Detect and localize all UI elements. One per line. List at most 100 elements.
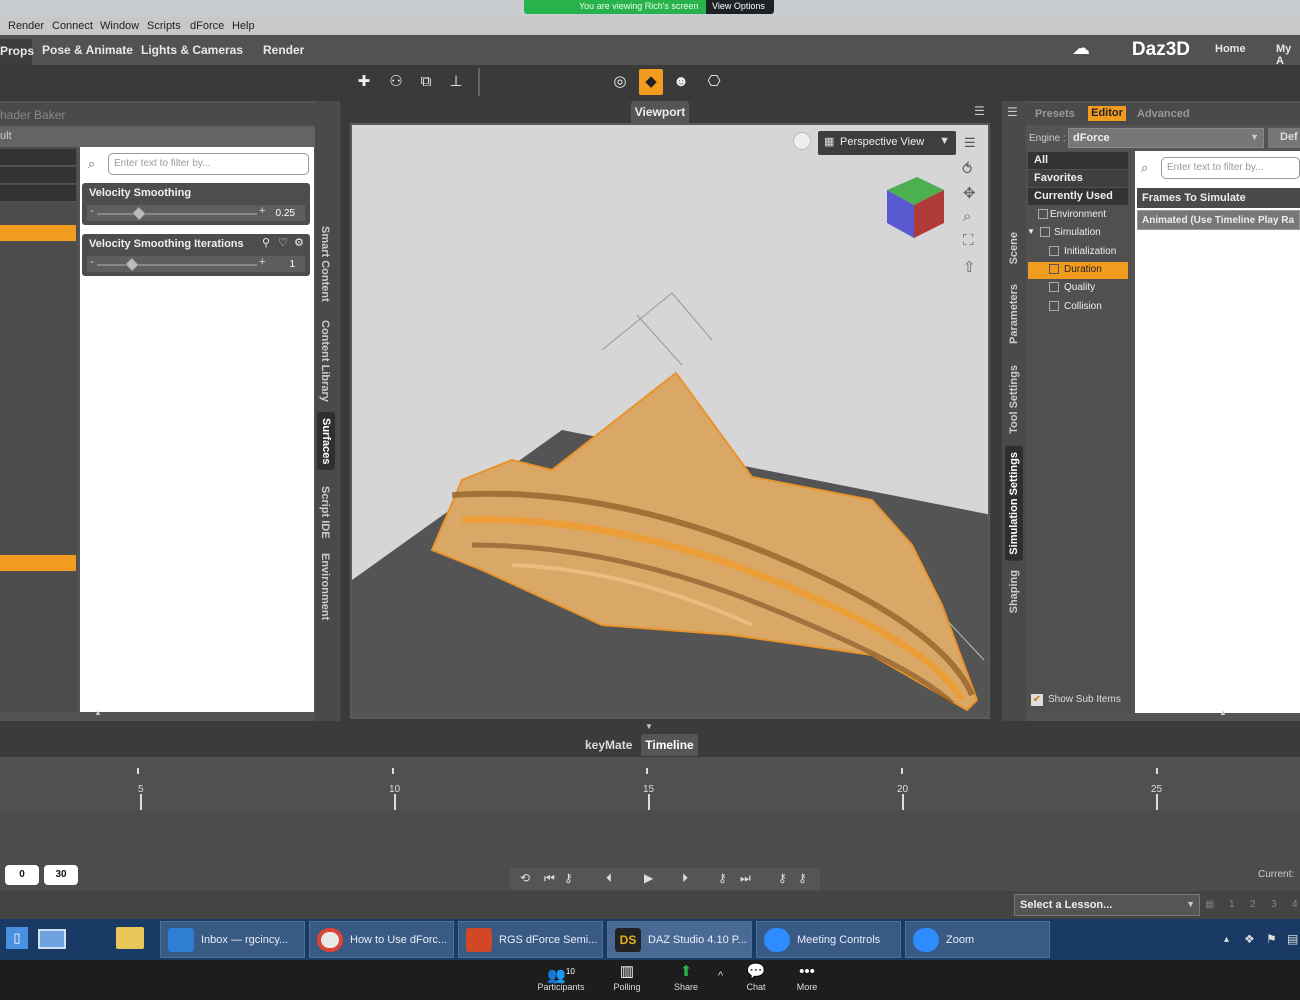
transform-tool-icon[interactable]: ⧉ [414, 69, 438, 95]
lesson-dropdown[interactable]: Select a Lesson... ▼ [1014, 894, 1200, 916]
taskbar-daz-studio[interactable]: DS DAZ Studio 4.10 P... [607, 921, 752, 958]
geometry-tool-icon[interactable]: ⊥ [444, 69, 468, 95]
orbit-icon[interactable]: ⥀ [962, 160, 972, 178]
tab-presets[interactable]: Presets [1035, 108, 1075, 120]
book-app-icon[interactable]: ▯ [6, 927, 28, 949]
render-settings-icon[interactable]: ◎ [608, 69, 632, 95]
link-icon[interactable]: ⚲ [262, 236, 270, 249]
node-tool-icon[interactable]: ✚ [352, 69, 376, 95]
key-options-icon[interactable]: ⚷ [798, 871, 807, 885]
heart-icon[interactable]: ♡ [278, 236, 288, 249]
tree-item-favorites[interactable]: Favorites [1028, 170, 1128, 187]
tab-script-ide[interactable]: Script IDE [319, 486, 331, 539]
go-to-end-icon[interactable]: ⏭ [740, 871, 751, 886]
taskbar-meeting-controls[interactable]: Meeting Controls [756, 921, 901, 958]
viewport-options-icon[interactable]: ☰ [964, 135, 976, 151]
tree-item-collision[interactable]: Collision [1028, 299, 1128, 316]
loop-icon[interactable]: ⟲ [520, 871, 530, 885]
slider-knob[interactable] [131, 206, 147, 221]
settings-search-input[interactable]: Enter text to filter by... [1161, 157, 1300, 179]
view-options-button[interactable]: View Options ⌄ [706, 0, 774, 21]
participants-button[interactable]: 👥10 Participants [536, 962, 586, 992]
tab-pose-animate[interactable]: Pose & Animate [42, 43, 133, 57]
tree-item-initialization[interactable]: Initialization [1028, 244, 1128, 261]
tab-shaping[interactable]: Shaping [1008, 570, 1020, 613]
dforce-simulate-icon[interactable]: ◆ [639, 69, 663, 95]
tab-render[interactable]: Render [263, 43, 304, 57]
list-item-selected[interactable] [0, 225, 76, 242]
tray-expand-icon[interactable]: ▴ [1224, 934, 1229, 945]
engine-dropdown[interactable]: dForce ▼ [1068, 128, 1264, 148]
defaults-button[interactable]: Def [1268, 128, 1300, 148]
tree-item-environment[interactable]: Environment [1028, 207, 1128, 224]
tab-timeline[interactable]: Timeline [641, 734, 698, 756]
tree-item-all[interactable]: All [1028, 152, 1128, 169]
polling-button[interactable]: ▥ Polling [602, 962, 652, 992]
viewport-menu-icon[interactable]: ☰ [974, 104, 985, 118]
tree-item-simulation[interactable]: ▼ Simulation [1026, 225, 1126, 242]
taskbar-chrome[interactable]: How to Use dForc... [309, 921, 454, 958]
flag-icon[interactable]: ⚑ [1266, 932, 1277, 946]
collapse-arrow-icon[interactable]: ▲ [94, 708, 102, 717]
collapse-arrow-icon[interactable]: ▲ [1219, 708, 1227, 717]
share-button[interactable]: ⬆ Share [661, 962, 711, 992]
list-item[interactable] [0, 167, 76, 184]
tree-item-currently-used[interactable]: Currently Used [1028, 188, 1128, 205]
tab-surfaces[interactable]: Surfaces [317, 412, 335, 471]
list-item-selected[interactable] [0, 555, 76, 572]
tab-parameters[interactable]: Parameters [1008, 284, 1020, 344]
frames-to-simulate-dropdown[interactable]: Animated (Use Timeline Play Ra [1137, 210, 1300, 230]
menu-render[interactable]: Render [8, 20, 44, 32]
tab-lights-cameras[interactable]: Lights & Cameras [141, 43, 243, 57]
3d-viewport[interactable] [350, 123, 990, 719]
menu-connect[interactable]: Connect [52, 20, 93, 32]
start-frame-field[interactable]: 0 [5, 865, 39, 885]
list-item[interactable] [0, 185, 76, 202]
lesson-page-2[interactable]: 2 [1250, 899, 1256, 910]
expand-arrow-icon[interactable]: ▼ [1027, 227, 1035, 236]
key-remove-icon[interactable]: ⚷ [778, 871, 787, 885]
desktop-icon[interactable] [38, 929, 66, 949]
dropbox-icon[interactable]: ❖ [1244, 932, 1255, 946]
end-frame-field[interactable]: 30 [44, 865, 78, 885]
reset-view-icon[interactable]: ⇧ [963, 258, 976, 276]
timeline-ruler[interactable]: 5 10 15 20 25 [0, 757, 1300, 811]
light-sphere-icon[interactable] [793, 132, 811, 150]
go-to-start-icon[interactable]: ⏮ [544, 871, 555, 886]
key-prev-icon[interactable]: ⚷ [564, 871, 573, 885]
viewport-collapse-icon[interactable]: ▼ [645, 722, 653, 731]
network-icon[interactable]: ▤ [1287, 932, 1298, 946]
property-value[interactable]: 0.25 [276, 208, 295, 219]
frame-icon[interactable]: ⛶ [963, 232, 974, 249]
file-explorer-icon[interactable] [116, 927, 144, 949]
tab-environment[interactable]: Environment [319, 553, 331, 620]
tab-advanced[interactable]: Advanced [1137, 108, 1190, 120]
property-value[interactable]: 1 [289, 259, 295, 270]
menu-dforce[interactable]: dForce [190, 20, 224, 32]
menu-window[interactable]: Window [100, 20, 139, 32]
tab-keymate[interactable]: keyMate [585, 738, 632, 752]
show-sub-items-checkbox[interactable]: ✔ [1031, 694, 1043, 706]
zoom-icon[interactable]: ⌕ [963, 208, 971, 225]
plus-icon[interactable]: + [259, 256, 265, 268]
menu-scripts[interactable]: Scripts [147, 20, 181, 32]
figure-tool-icon[interactable]: ⚇ [384, 69, 408, 95]
velocity-smoothing-iterations-slider[interactable]: - + 1 [87, 256, 305, 272]
taskbar-powerpoint[interactable]: RGS dForce Semi... [458, 921, 603, 958]
step-forward-icon[interactable]: ⏵ [682, 871, 688, 886]
right-panel-menu-icon[interactable]: ☰ [1007, 105, 1018, 119]
viewport-title-tab[interactable]: Viewport [631, 101, 689, 123]
lesson-grid-icon[interactable]: ▦ [1205, 899, 1214, 910]
plus-icon[interactable]: + [259, 205, 265, 217]
pan-icon[interactable]: ✥ [963, 184, 976, 202]
share-options-chevron-icon[interactable]: ^ [718, 970, 723, 982]
taskbar-outlook[interactable]: Inbox — rgcincy... [160, 921, 305, 958]
play-icon[interactable]: ▶ [644, 871, 653, 885]
tab-content-library[interactable]: Content Library [319, 320, 331, 402]
step-back-icon[interactable]: ⏴ [606, 871, 612, 886]
my-account-link[interactable]: My A [1276, 43, 1300, 67]
gear-icon[interactable]: ⚙ [294, 236, 304, 249]
lesson-page-1[interactable]: 1 [1229, 899, 1235, 910]
taskbar-zoom[interactable]: Zoom [905, 921, 1050, 958]
velocity-smoothing-slider[interactable]: - + 0.25 [87, 205, 305, 221]
